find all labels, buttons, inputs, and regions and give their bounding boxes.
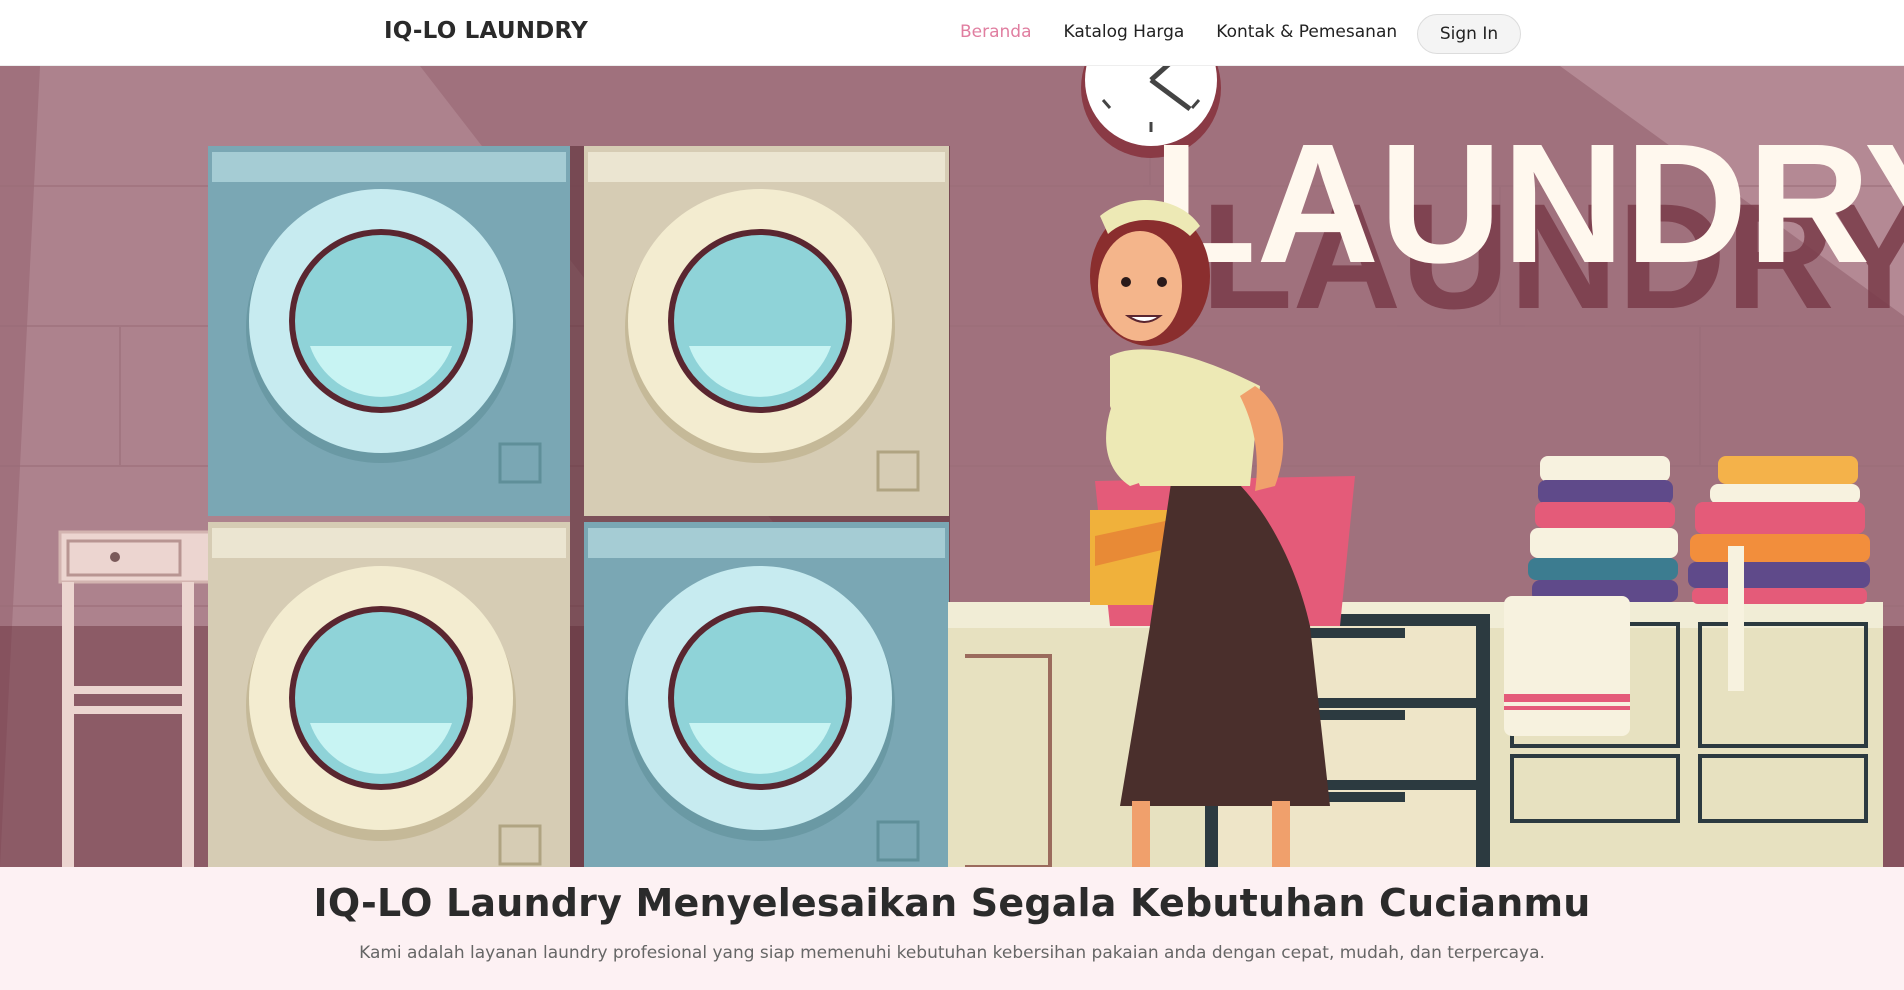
nav-links: Beranda Katalog Harga Kontak & Pemesanan [960,22,1397,42]
nav-link-katalog-harga[interactable]: Katalog Harga [1064,22,1185,42]
nav-link-kontak-pemesanan[interactable]: Kontak & Pemesanan [1216,22,1397,42]
nav-link-beranda[interactable]: Beranda [960,22,1032,42]
laundry-title-text: LAUNDRY [1153,109,1904,299]
hero-banner: LAUNDRY LAUNDRY [0,66,1904,867]
hero-subline: Kami adalah layanan laundry profesional … [359,943,1545,963]
hero-headline: IQ-LO Laundry Menyelesaikan Segala Kebut… [313,881,1591,925]
laundry-room-illustration: LAUNDRY LAUNDRY [0,66,1904,867]
washing-machines [208,146,950,867]
brand-logo[interactable]: IQ-LO LAUNDRY [384,18,588,44]
tagline-section: IQ-LO Laundry Menyelesaikan Segala Kebut… [0,867,1904,990]
sign-in-button[interactable]: Sign In [1417,14,1521,54]
navbar: IQ-LO LAUNDRY Beranda Katalog Harga Kont… [0,0,1904,66]
